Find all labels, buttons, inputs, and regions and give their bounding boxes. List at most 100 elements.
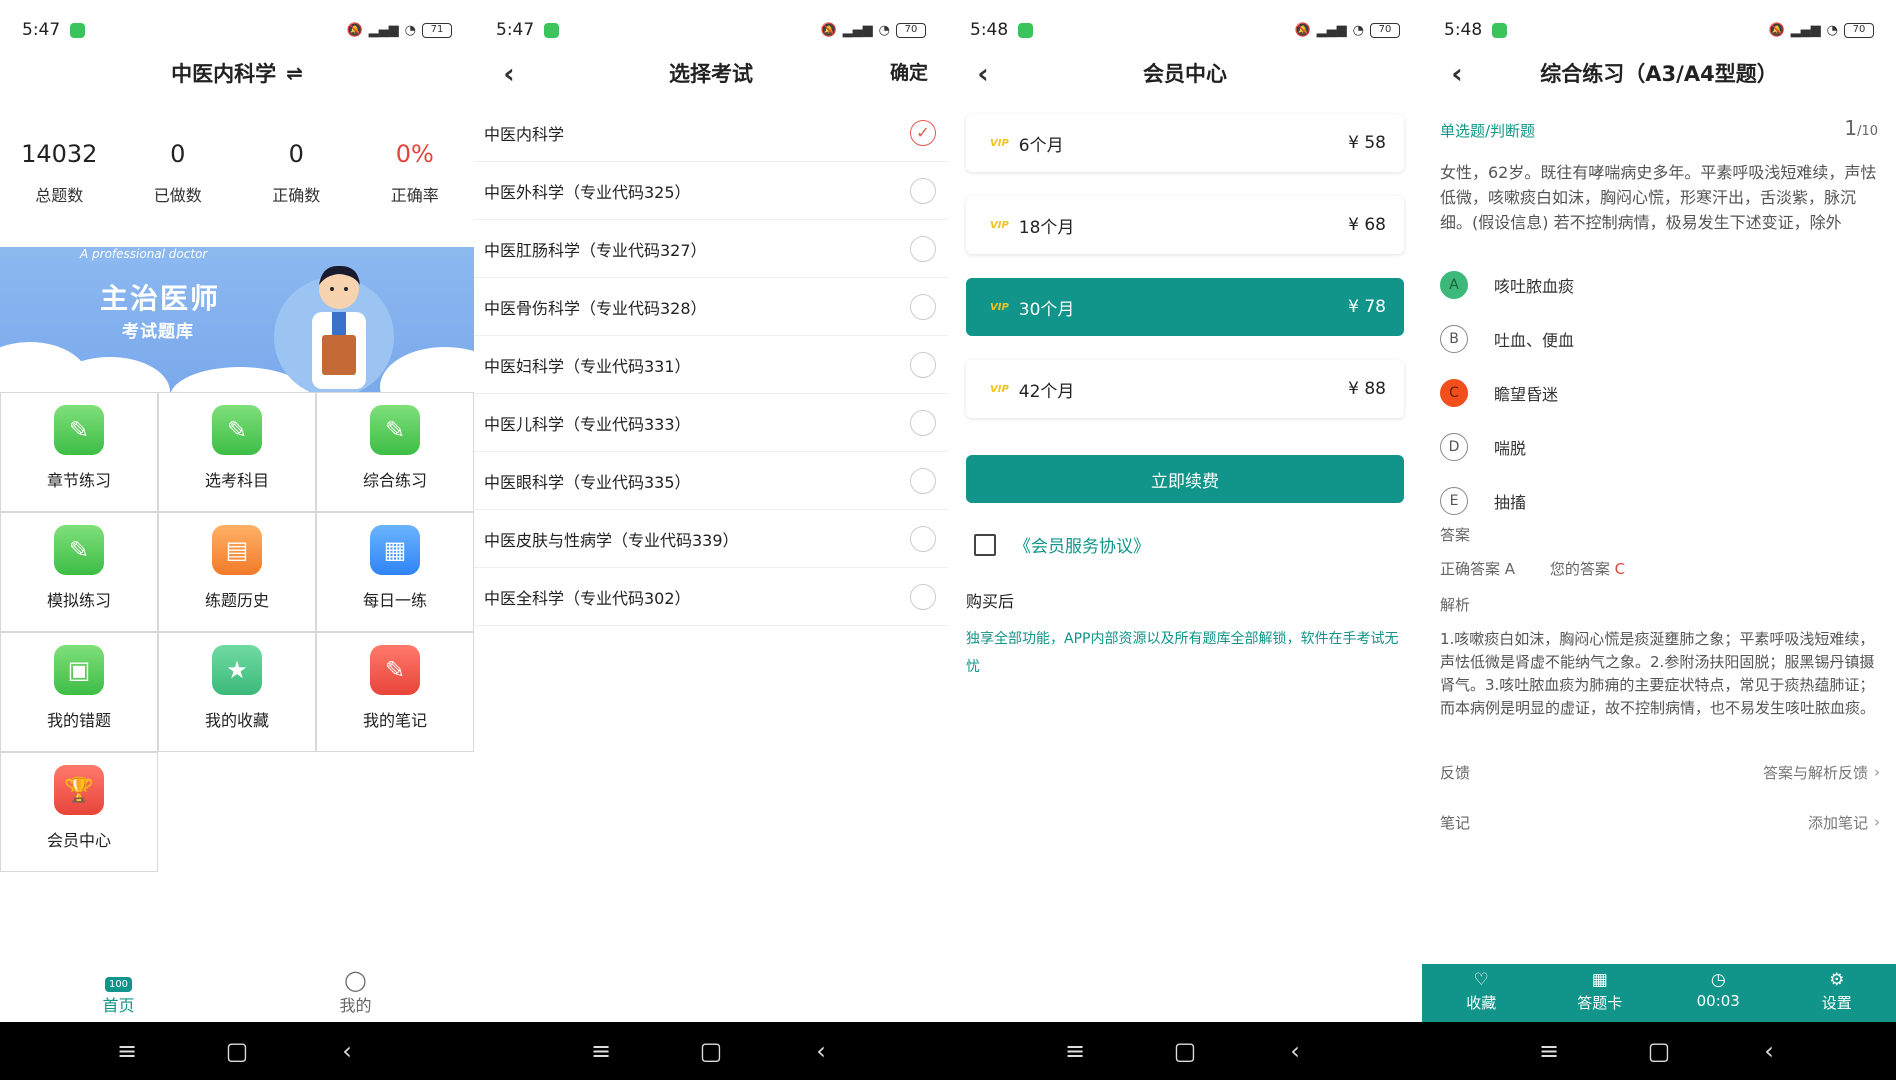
home-icon[interactable]: ▢ [1639, 1037, 1679, 1065]
plan-option[interactable]: VIP 18个月 ¥ 68 [966, 196, 1404, 254]
renew-button[interactable]: 立即续费 [966, 455, 1404, 503]
option-letter: D [1440, 433, 1468, 461]
option-a[interactable]: A 咳吐脓血痰 [1440, 258, 1880, 312]
option-b[interactable]: B 吐血、便血 [1440, 312, 1880, 366]
radio-icon[interactable] [910, 235, 936, 262]
grid-card-icon: ▦ [1591, 970, 1608, 990]
back-arrow-icon[interactable]: ‹ [494, 56, 524, 90]
answer-card-button[interactable]: ▦ 答题卡 [1541, 964, 1660, 1022]
option-d[interactable]: D 喘脱 [1440, 420, 1880, 474]
plan-option[interactable]: VIP 6个月 ¥ 58 [966, 114, 1404, 172]
grid-item-mock-practice[interactable]: ✎ 模拟练习 [0, 512, 158, 632]
answer-row: 正确答案 A 您的答案 C [1440, 558, 1625, 579]
grid-item-wrong-questions[interactable]: ▣ 我的错题 [0, 632, 158, 752]
grid-item-label: 我的错题 [46, 711, 111, 730]
banner-subtitle: A professional doctor [80, 247, 208, 261]
system-nav-bar: ≡ ▢ ‹ [474, 1022, 948, 1080]
radio-icon[interactable] [910, 467, 936, 494]
grid-item-member-center[interactable]: 🏆 会员中心 [0, 752, 158, 872]
grid-item-comprehensive-practice[interactable]: ✎ 综合练习 [316, 392, 474, 512]
stat-rate: 0% 正确率 [356, 140, 475, 206]
grid-item-notes[interactable]: ✎ 我的笔记 [316, 632, 474, 752]
wifi-icon: ◔ [1352, 22, 1364, 38]
back-icon[interactable]: ‹ [327, 1037, 367, 1065]
swap-icon[interactable]: ⇌ [286, 61, 303, 85]
wifi-icon: ◔ [1826, 22, 1838, 38]
back-icon[interactable]: ‹ [1749, 1037, 1789, 1065]
vip-badge-icon: VIP [990, 301, 1009, 313]
confirm-button[interactable]: 确定 [890, 58, 928, 85]
timer-button[interactable]: ◷ 00:03 [1659, 964, 1778, 1022]
home-icon[interactable]: ▢ [691, 1037, 731, 1065]
status-icons: 🔕 ▂▄▆ ◔ 71 [346, 22, 452, 38]
note-row[interactable]: 笔记 添加笔记 › [1440, 810, 1880, 834]
agreement-checkbox[interactable] [974, 533, 996, 556]
list-item[interactable]: 中医妇科学（专业代码331） [474, 336, 948, 394]
list-item[interactable]: 中医眼科学（专业代码335） [474, 452, 948, 510]
grid-item-chapter-practice[interactable]: ✎ 章节练习 [0, 392, 158, 512]
trophy-icon: 🏆 [54, 765, 104, 815]
home-100-icon: 100 [0, 968, 237, 992]
back-icon[interactable]: ‹ [801, 1037, 841, 1065]
radio-icon[interactable] [910, 293, 936, 320]
list-item[interactable]: 中医内科学 ✓ [474, 104, 948, 162]
back-arrow-icon[interactable]: ‹ [968, 56, 998, 90]
vip-badge-icon: VIP [990, 219, 1009, 231]
list-item[interactable]: 中医骨伤科学（专业代码328） [474, 278, 948, 336]
plan-price: ¥ 88 [1348, 379, 1386, 399]
vip-badge-icon: VIP [990, 137, 1009, 149]
menu-icon[interactable]: ≡ [107, 1037, 147, 1065]
edit-icon: ✎ [54, 405, 104, 455]
settings-button[interactable]: ⚙ 设置 [1778, 964, 1896, 1022]
grid-item-label: 每日一练 [362, 591, 427, 610]
stats-row: 14032 总题数 0 已做数 0 正确数 0% 正确率 [0, 140, 474, 206]
feedback-row[interactable]: 反馈 答案与解析反馈 › [1440, 760, 1880, 784]
grid-item-favorites[interactable]: ★ 我的收藏 [158, 632, 316, 752]
plan-option-selected[interactable]: VIP 30个月 ¥ 78 [966, 278, 1404, 336]
radio-icon[interactable] [910, 583, 936, 610]
back-arrow-icon[interactable]: ‹ [1442, 56, 1472, 90]
home-icon[interactable]: ▢ [1165, 1037, 1205, 1065]
list-item[interactable]: 中医外科学（专业代码325） [474, 162, 948, 220]
list-item[interactable]: 中医全科学（专业代码302） [474, 568, 948, 626]
home-title-bar[interactable]: 中医内科学 ⇌ [0, 48, 474, 98]
gear-icon: ⚙ [1829, 970, 1845, 990]
plan-duration: 30个月 [1018, 299, 1075, 320]
option-c[interactable]: C 瞻望昏迷 [1440, 366, 1880, 420]
option-e[interactable]: E 抽搐 [1440, 474, 1880, 528]
stat-value: 14032 [21, 140, 98, 168]
grid-item-daily-practice[interactable]: ▦ 每日一练 [316, 512, 474, 632]
stat-correct: 0 正确数 [237, 140, 356, 206]
home-icon[interactable]: ▢ [217, 1037, 257, 1065]
cloud-shape [380, 347, 474, 392]
battery-icon: 70 [1844, 22, 1874, 38]
tab-label: 首页 [102, 996, 135, 1015]
radio-icon[interactable] [910, 525, 936, 552]
page-title: 会员中心 [1143, 62, 1227, 86]
list-item[interactable]: 中医皮肤与性病学（专业代码339） [474, 510, 948, 568]
agreement-link[interactable]: 《会员服务协议》 [1014, 532, 1150, 557]
favorite-button[interactable]: ♡ 收藏 [1422, 964, 1541, 1022]
check-icon[interactable]: ✓ [910, 119, 936, 146]
analysis-heading: 解析 [1440, 596, 1471, 614]
menu-icon[interactable]: ≡ [1055, 1037, 1095, 1065]
grid-item-practice-history[interactable]: ▤ 练题历史 [158, 512, 316, 632]
radio-icon[interactable] [910, 177, 936, 204]
grid-item-elective-subject[interactable]: ✎ 选考科目 [158, 392, 316, 512]
app-notification-icon [1492, 22, 1508, 38]
menu-icon[interactable]: ≡ [581, 1037, 621, 1065]
radio-icon[interactable] [910, 351, 936, 378]
tab-home[interactable]: 100 首页 [0, 960, 237, 1022]
app-notification-icon [1018, 22, 1034, 38]
plan-duration: 6个月 [1018, 135, 1064, 156]
back-icon[interactable]: ‹ [1275, 1037, 1315, 1065]
menu-icon[interactable]: ≡ [1529, 1037, 1569, 1065]
radio-icon[interactable] [910, 409, 936, 436]
list-item[interactable]: 中医肛肠科学（专业代码327） [474, 220, 948, 278]
question-text: 女性，62岁。既往有哮喘病史多年。平素呼吸浅短难续，声怯低微，咳嗽痰白如沫，胸闷… [1440, 163, 1877, 232]
wrong-book-icon: ▣ [54, 645, 104, 695]
list-item[interactable]: 中医儿科学（专业代码333） [474, 394, 948, 452]
tab-mine[interactable]: ◯ 我的 [237, 960, 474, 1022]
question-type: 单选题/判断题 [1440, 122, 1536, 140]
plan-option[interactable]: VIP 42个月 ¥ 88 [966, 360, 1404, 418]
